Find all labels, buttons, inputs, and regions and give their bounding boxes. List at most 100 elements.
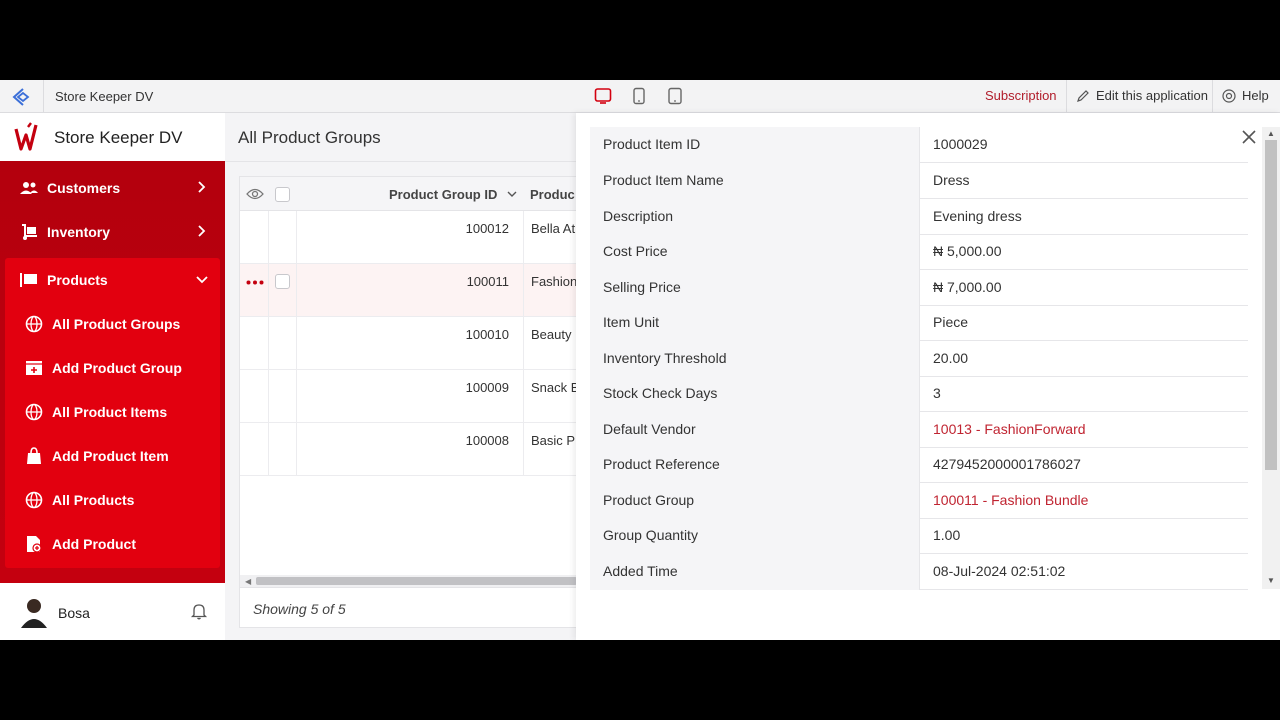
sidebar-item-add-product-group[interactable]: Add Product Group (25, 348, 215, 388)
default-vendor-link[interactable]: 10013 - FashionForward (921, 412, 1248, 448)
globe-icon (25, 315, 43, 333)
bell-icon[interactable] (190, 602, 208, 620)
cell-divider (268, 423, 269, 476)
sidebar-item-products[interactable]: Products (0, 258, 225, 302)
scroll-up-icon[interactable]: ▲ (1267, 129, 1275, 138)
detail-label: Inventory Threshold (590, 341, 920, 377)
scrollbar-thumb[interactable] (256, 577, 577, 585)
scroll-left-icon[interactable]: ◀ (245, 577, 251, 586)
detail-panel: Product Item ID 1000029 Product Item Nam… (576, 113, 1280, 640)
hand-truck-icon (22, 224, 37, 240)
detail-row: Inventory Threshold 20.00 (590, 341, 1248, 377)
detail-value: 3 (933, 385, 941, 401)
sidebar-item-inventory[interactable]: Inventory (0, 210, 225, 254)
edit-application-button[interactable]: Edit this application (1076, 88, 1208, 103)
row-name: Basic P (531, 433, 576, 448)
divider (43, 80, 44, 113)
detail-row: Product Group 100011 - Fashion Bundle (590, 483, 1248, 519)
scroll-down-icon[interactable]: ▼ (1267, 576, 1275, 585)
divider (225, 161, 576, 162)
avatar (21, 599, 47, 628)
row-actions-icon[interactable] (246, 280, 264, 285)
divider (1066, 80, 1067, 113)
row-id: 100009 (465, 380, 509, 395)
detail-value: 20.00 (933, 350, 969, 366)
cell-divider (268, 211, 269, 264)
cell-divider (296, 370, 297, 423)
row-name: Beauty (531, 327, 572, 342)
row-name: Snack B (531, 380, 580, 395)
sort-chevron-down-icon[interactable] (507, 190, 517, 198)
cell-divider (296, 264, 297, 317)
detail-value: Dress (933, 172, 970, 188)
detail-label: Default Vendor (590, 412, 920, 448)
table-row[interactable]: 100009 Snack B (240, 370, 580, 423)
vertical-scrollbar[interactable]: ▲ ▼ (1262, 127, 1280, 589)
table-row[interactable]: 100010 Beauty (240, 317, 577, 370)
detail-row: Product Item ID 1000029 (590, 127, 1248, 163)
sidebar-item-customers[interactable]: Customers (0, 166, 225, 210)
table-row[interactable]: 100012 Bella At (240, 211, 577, 264)
column-header-product-group-id[interactable]: Product Group ID (389, 187, 497, 202)
table-header: Product Group ID Produc (240, 177, 577, 211)
table-row[interactable]: 100008 Basic P (240, 423, 577, 476)
row-id: 100012 (465, 221, 509, 236)
store-logo-icon (14, 122, 38, 151)
detail-value: ₦ 7,000.00 (933, 279, 1002, 295)
sidebar-item-add-product[interactable]: Add Product (25, 524, 215, 564)
user-name: Bosa (58, 605, 90, 621)
cell-divider (523, 211, 524, 264)
product-group-link[interactable]: 100011 - Fashion Bundle (921, 483, 1248, 519)
row-checkbox[interactable] (275, 274, 290, 289)
detail-value: 1.00 (933, 527, 961, 543)
eye-icon[interactable] (246, 187, 264, 201)
tablet-view-icon[interactable] (630, 87, 648, 105)
detail-label: Selling Price (590, 270, 920, 306)
detail-row: Product Reference 4279452000001786027 (590, 447, 1248, 483)
cell-divider (523, 370, 524, 423)
detail-label: Product Item Name (590, 163, 920, 199)
select-all-checkbox[interactable] (275, 187, 290, 202)
detail-value: 08-Jul-2024 02:51:02 (933, 563, 1066, 579)
subscription-link[interactable]: Subscription (985, 88, 1057, 103)
mobile-view-icon[interactable] (666, 87, 684, 105)
help-button[interactable]: Help (1222, 88, 1269, 103)
brand-name: Store Keeper DV (54, 128, 183, 147)
page-title: All Product Groups (238, 128, 381, 147)
app-builder-logo-icon[interactable] (12, 87, 34, 107)
row-name: Bella At (531, 221, 576, 236)
sidebar-sub-item-label: Add Product (52, 536, 136, 552)
edit-application-label: Edit this application (1096, 88, 1209, 103)
detail-label: Product Reference (590, 447, 920, 483)
globe-icon (25, 403, 43, 421)
detail-label: Item Unit (590, 305, 920, 341)
detail-row: Default Vendor 10013 - FashionForward (590, 412, 1248, 448)
sidebar-item-add-product-item[interactable]: Add Product Item (25, 436, 215, 476)
detail-row: Description Evening dress (590, 199, 1248, 235)
row-id: 100008 (465, 433, 509, 448)
row-name: Fashion (531, 274, 578, 289)
add-form-icon (26, 361, 42, 375)
sidebar-sub-item-label: Add Product Group (52, 360, 182, 376)
user-profile[interactable]: Bosa (0, 583, 225, 640)
sidebar-item-all-product-groups[interactable]: All Product Groups (25, 304, 215, 344)
row-id: 100010 (465, 327, 509, 342)
sidebar-nav: Customers Inventory Products All Product… (0, 161, 225, 583)
scrollbar-thumb[interactable] (1265, 140, 1277, 470)
add-document-icon (27, 536, 42, 553)
cell-divider (268, 264, 269, 317)
table-row-selected[interactable]: 100011 Fashion (240, 264, 577, 317)
chevron-down-icon (196, 276, 208, 284)
desktop-view-icon[interactable] (594, 87, 612, 105)
cell-divider (523, 264, 524, 317)
column-header-product-group-name[interactable]: Produc (530, 187, 575, 202)
sidebar-item-all-products[interactable]: All Products (25, 480, 215, 520)
app-viewport: Store Keeper DV Subscription Edit this a… (0, 80, 1280, 640)
horizontal-scrollbar[interactable]: ◀ (240, 575, 577, 587)
globe-icon (25, 491, 43, 509)
detail-value: ₦ 5,000.00 (933, 243, 1002, 259)
sidebar-sub-item-label: All Products (52, 492, 135, 508)
detail-label: Group Quantity (590, 518, 920, 554)
sidebar-item-all-product-items[interactable]: All Product Items (25, 392, 215, 432)
app-name: Store Keeper DV (55, 89, 154, 104)
